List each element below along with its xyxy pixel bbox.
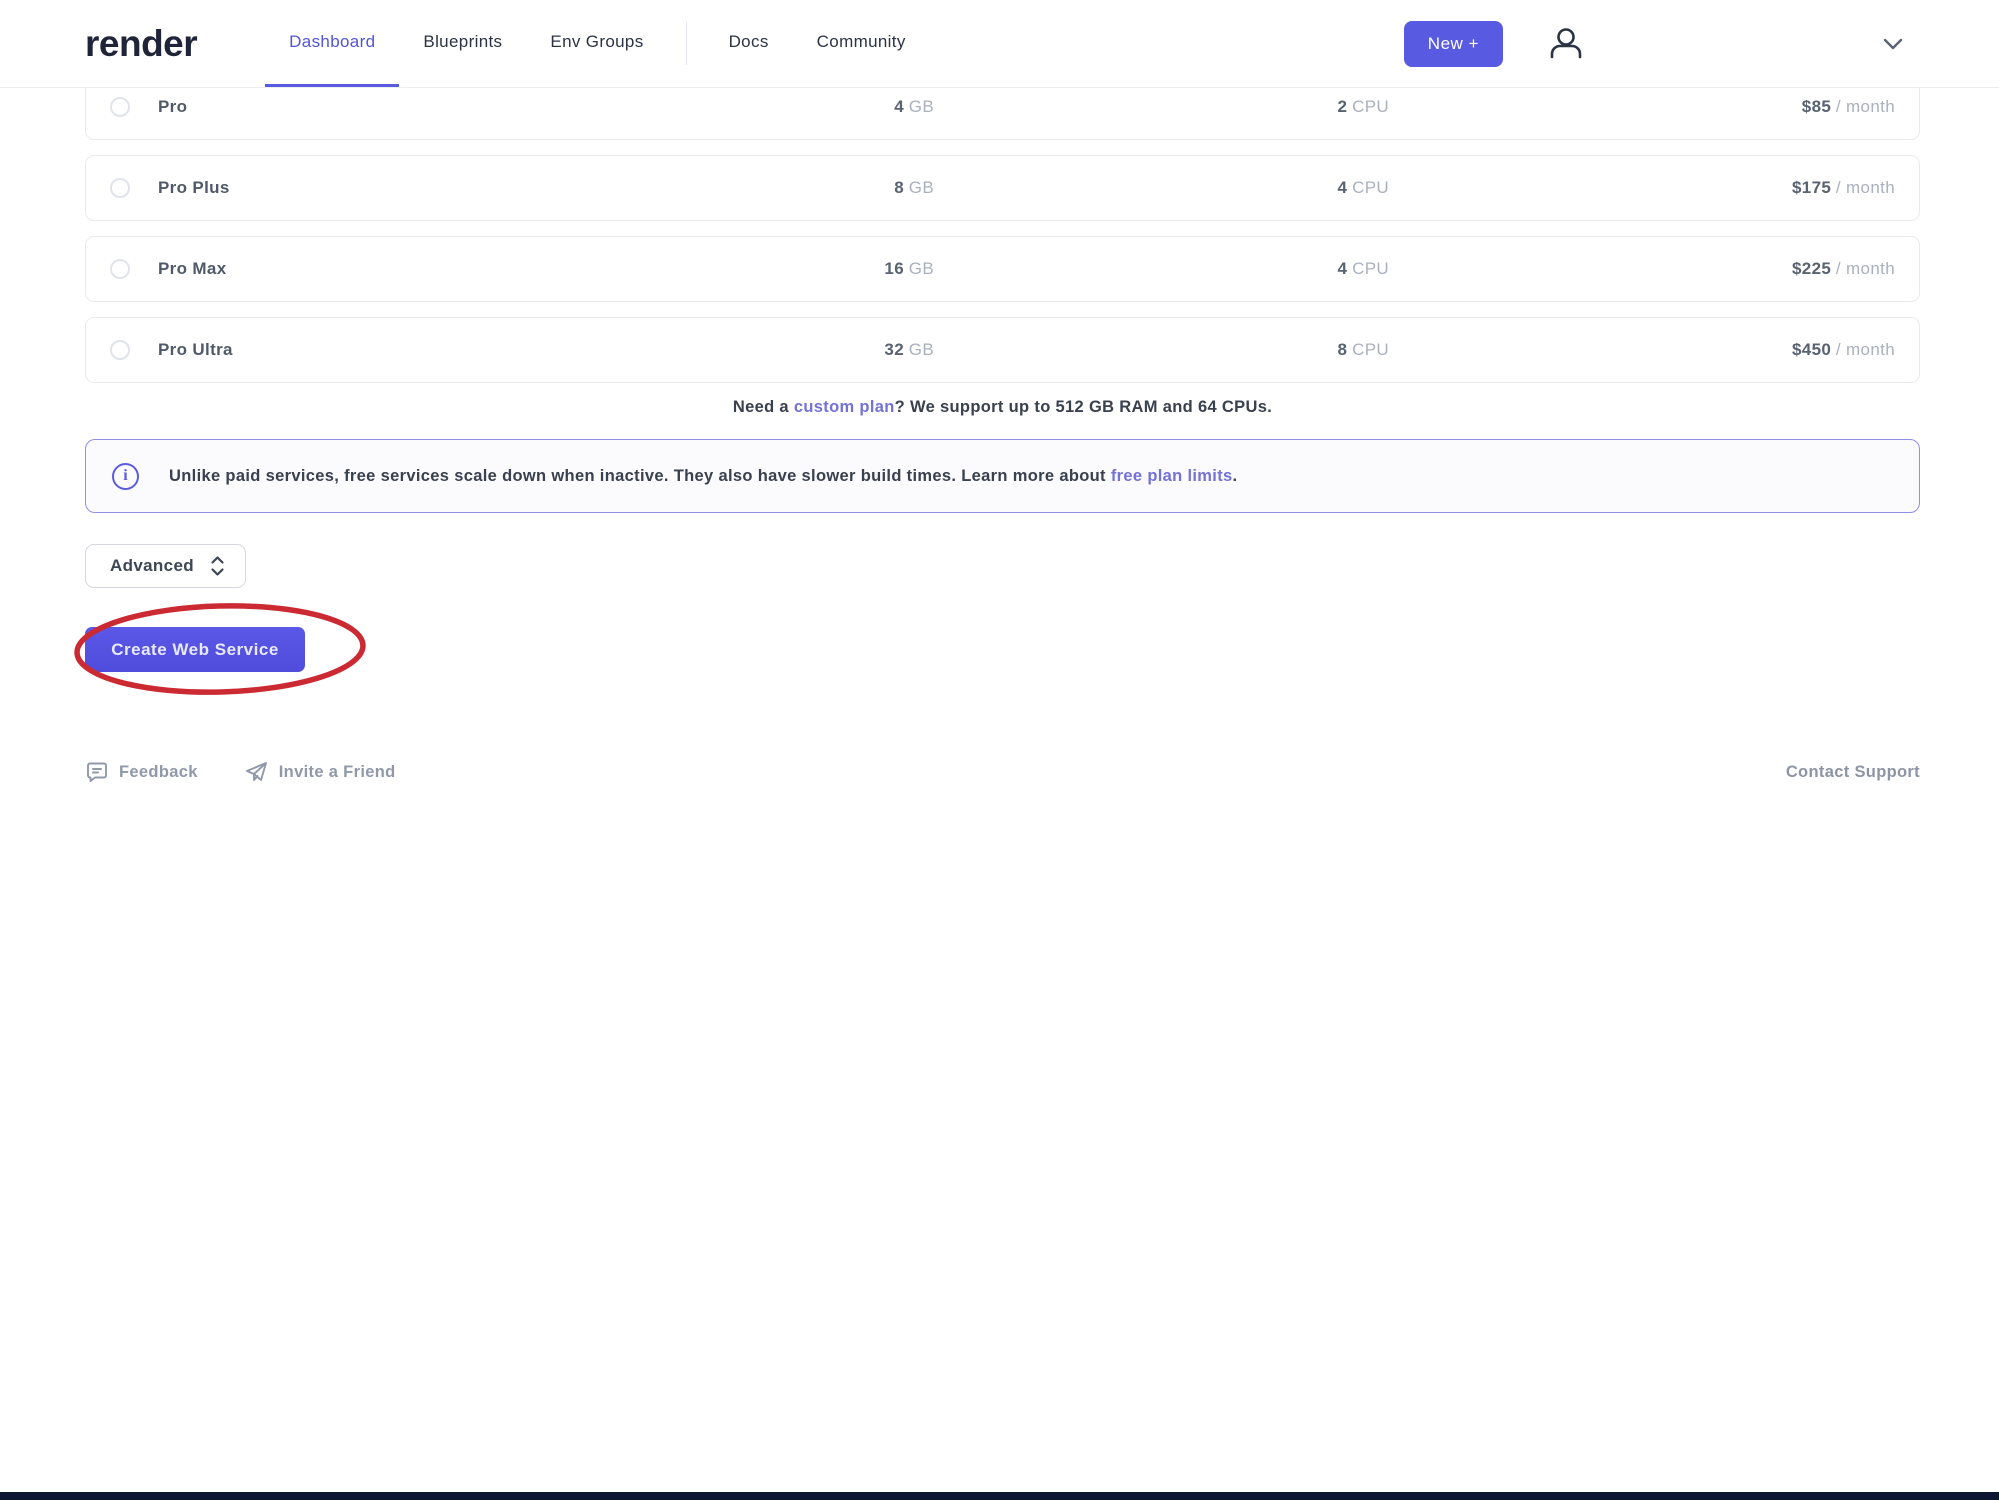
plan-selection-content: Pro 4 GB 2 CPU $85 / month Pro Plus 8 GB… — [85, 74, 1920, 784]
radio-pro-ultra[interactable] — [110, 340, 130, 360]
paper-plane-icon — [244, 760, 269, 784]
plan-ram: 32 — [884, 340, 904, 359]
custom-plan-link[interactable]: custom plan — [794, 398, 895, 416]
plan-name: Pro Max — [158, 259, 694, 279]
nav-divider — [686, 22, 687, 65]
render-dashboard-page: render Dashboard Blueprints Env Groups D… — [0, 0, 1999, 1500]
feedback-bubble-icon — [85, 760, 109, 784]
advanced-toggle[interactable]: Advanced — [85, 544, 246, 588]
create-button-area: Create Web Service — [85, 614, 425, 694]
plan-ram: 4 — [894, 97, 904, 116]
plan-price: $175 — [1792, 178, 1831, 197]
page-footer: Feedback Invite a Friend Contact Support — [85, 760, 1920, 784]
nav-item-blueprints[interactable]: Blueprints — [399, 0, 526, 87]
plan-cpu: 8 — [1338, 340, 1348, 359]
radio-pro-plus[interactable] — [110, 178, 130, 198]
plan-ram: 8 — [894, 178, 904, 197]
contact-support-link[interactable]: Contact Support — [1786, 763, 1920, 782]
bottom-edge-bar — [0, 1492, 1999, 1500]
nav-right-cluster: New + — [1404, 0, 1903, 87]
radio-pro-max[interactable] — [110, 259, 130, 279]
plan-price: $450 — [1792, 340, 1831, 359]
chevron-up-down-icon — [210, 555, 225, 577]
user-avatar-icon[interactable] — [1545, 23, 1587, 65]
plan-row-pro-ultra[interactable]: Pro Ultra 32 GB 8 CPU $450 / month — [85, 317, 1920, 383]
plan-price: $85 — [1802, 97, 1831, 116]
chevron-down-icon[interactable] — [1883, 38, 1903, 50]
new-button[interactable]: New + — [1404, 21, 1503, 67]
top-nav: render Dashboard Blueprints Env Groups D… — [0, 0, 1999, 88]
plan-name: Pro — [158, 97, 694, 117]
plan-row-pro-plus[interactable]: Pro Plus 8 GB 4 CPU $175 / month — [85, 155, 1920, 221]
nav-item-community[interactable]: Community — [793, 0, 930, 87]
plan-name: Pro Plus — [158, 178, 694, 198]
free-plan-limits-link[interactable]: free plan limits — [1111, 467, 1233, 485]
plan-ram: 16 — [884, 259, 904, 278]
create-web-service-button[interactable]: Create Web Service — [85, 627, 305, 672]
plan-row-pro-max[interactable]: Pro Max 16 GB 4 CPU $225 / month — [85, 236, 1920, 302]
feedback-button[interactable]: Feedback — [85, 760, 198, 784]
plan-name: Pro Ultra — [158, 340, 694, 360]
render-logo[interactable]: render — [85, 23, 197, 65]
invite-friend-button[interactable]: Invite a Friend — [244, 760, 396, 784]
custom-plan-line: Need a custom plan? We support up to 512… — [85, 398, 1920, 417]
plan-cpu: 4 — [1338, 259, 1348, 278]
plan-cpu: 4 — [1338, 178, 1348, 197]
info-icon: i — [112, 463, 139, 490]
plan-cpu: 2 — [1338, 97, 1348, 116]
nav-item-dashboard[interactable]: Dashboard — [265, 0, 399, 87]
plan-price: $225 — [1792, 259, 1831, 278]
banner-text: Unlike paid services, free services scal… — [169, 467, 1237, 486]
nav-links: Dashboard Blueprints Env Groups Docs Com… — [265, 0, 930, 87]
radio-pro[interactable] — [110, 97, 130, 117]
free-plan-info-banner: i Unlike paid services, free services sc… — [85, 439, 1920, 513]
nav-item-env-groups[interactable]: Env Groups — [526, 0, 667, 87]
nav-item-docs[interactable]: Docs — [705, 0, 793, 87]
